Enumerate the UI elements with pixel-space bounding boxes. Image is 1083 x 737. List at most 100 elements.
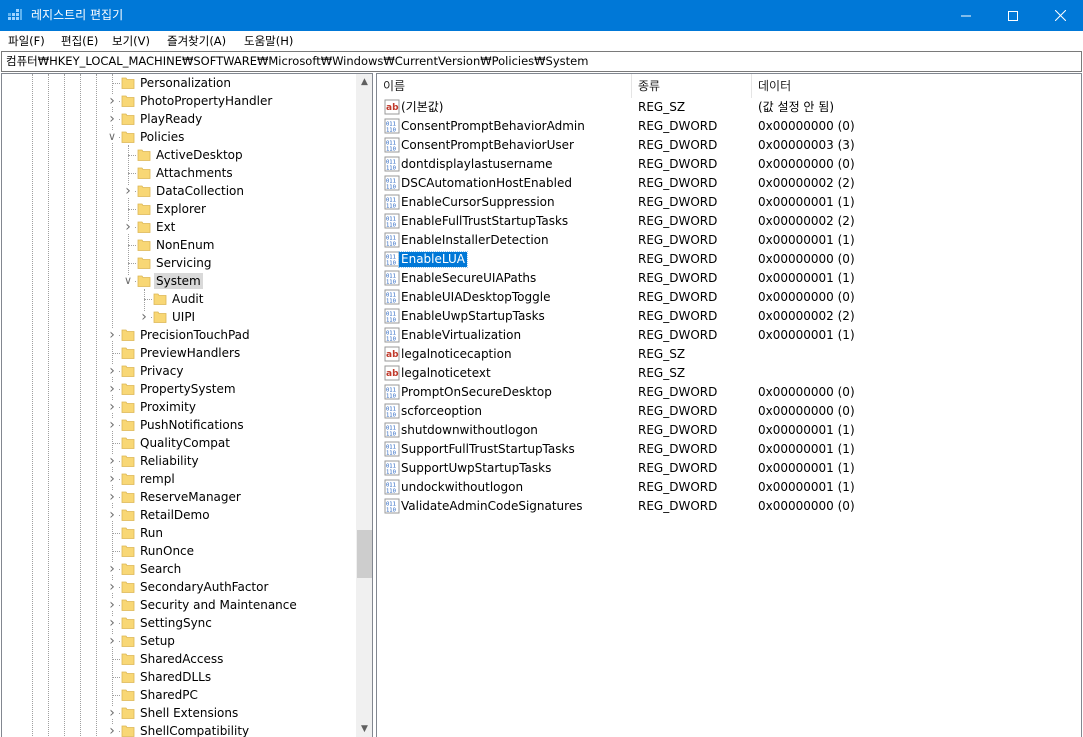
value-row[interactable]: 011 110 EnableUwpStartupTasks REG_DWORD 0x00… xyxy=(377,307,1081,326)
chevron-right-icon[interactable]: › xyxy=(106,562,118,576)
tree-vertical-scrollbar[interactable]: ▲ ▼ xyxy=(356,74,372,737)
value-row[interactable]: 011 110 scforceoption REG_DWORD 0x00000000 (… xyxy=(377,402,1081,421)
chevron-right-icon[interactable]: › xyxy=(106,400,118,414)
value-name[interactable]: EnableVirtualization xyxy=(399,328,523,343)
value-row[interactable]: 011 110 undockwithoutlogon REG_DWORD 0x00000… xyxy=(377,478,1081,497)
chevron-right-icon[interactable]: › xyxy=(106,724,118,737)
scroll-down-icon[interactable]: ▼ xyxy=(356,721,372,737)
value-name[interactable]: legalnoticecaption xyxy=(399,347,514,362)
tree-node[interactable]: Explorer xyxy=(2,200,354,218)
value-name[interactable]: EnableSecureUIAPaths xyxy=(399,271,538,286)
chevron-right-icon[interactable]: › xyxy=(106,616,118,630)
tree-node-label[interactable]: DataCollection xyxy=(154,183,246,199)
chevron-right-icon[interactable]: › xyxy=(106,508,118,522)
tree-node-label[interactable]: NonEnum xyxy=(154,237,216,253)
tree-node-label[interactable]: Proximity xyxy=(138,399,198,415)
value-row[interactable]: 011 110 DSCAutomationHostEnabled REG_DWORD 0… xyxy=(377,174,1081,193)
tree-node-label[interactable]: ReserveManager xyxy=(138,489,243,505)
tree-node-label[interactable]: PhotoPropertyHandler xyxy=(138,93,274,109)
tree-node-label[interactable]: UIPI xyxy=(170,309,197,325)
value-name[interactable]: shutdownwithoutlogon xyxy=(399,423,540,438)
tree-node[interactable]: › SecondaryAuthFactor xyxy=(2,578,354,596)
tree-node-label[interactable]: Shell Extensions xyxy=(138,705,240,721)
key-tree-pane[interactable]: Personalization › PhotoPropertyHandler › Pla… xyxy=(1,73,373,737)
value-row[interactable]: 011 110 EnableVirtualization REG_DWORD 0x000… xyxy=(377,326,1081,345)
tree-node[interactable]: › Proximity xyxy=(2,398,354,416)
column-header-type[interactable]: 종류 xyxy=(632,74,752,98)
tree-node[interactable]: › DataCollection xyxy=(2,182,354,200)
value-row[interactable]: 011 110 ValidateAdminCodeSignatures REG_DWO… xyxy=(377,497,1081,516)
value-name[interactable]: SupportUwpStartupTasks xyxy=(399,461,553,476)
chevron-right-icon[interactable]: › xyxy=(122,220,134,234)
value-row[interactable]: ab (기본값) REG_SZ (값 설정 안 됨) xyxy=(377,98,1081,117)
tree-node[interactable]: QualityCompat xyxy=(2,434,354,452)
tree-node-label[interactable]: SettingSync xyxy=(138,615,214,631)
chevron-right-icon[interactable]: › xyxy=(106,94,118,108)
value-name[interactable]: ConsentPromptBehaviorUser xyxy=(399,138,576,153)
tree-node[interactable]: › PlayReady xyxy=(2,110,354,128)
value-row[interactable]: 011 110 EnableUIADesktopToggle REG_DWORD 0x0… xyxy=(377,288,1081,307)
tree-node-label[interactable]: Explorer xyxy=(154,201,208,217)
value-row[interactable]: ab legalnoticetext REG_SZ xyxy=(377,364,1081,383)
tree-node-label[interactable]: RetailDemo xyxy=(138,507,212,523)
menu-favorites[interactable]: 즐겨찾기(A) xyxy=(167,33,226,49)
tree-node-label[interactable]: RunOnce xyxy=(138,543,196,559)
tree-node[interactable]: › ShellCompatibility xyxy=(2,722,354,737)
tree-node[interactable]: Servicing xyxy=(2,254,354,272)
tree-node-label[interactable]: PrecisionTouchPad xyxy=(138,327,252,343)
chevron-right-icon[interactable]: › xyxy=(106,634,118,648)
tree-node[interactable]: › PropertySystem xyxy=(2,380,354,398)
tree-node-label[interactable]: Setup xyxy=(138,633,177,649)
tree-node[interactable]: › RetailDemo xyxy=(2,506,354,524)
value-name[interactable]: EnableLUA xyxy=(398,251,468,268)
chevron-right-icon[interactable]: › xyxy=(138,310,150,324)
chevron-right-icon[interactable]: › xyxy=(106,598,118,612)
tree-node[interactable]: › Security and Maintenance xyxy=(2,596,354,614)
tree-node[interactable]: NonEnum xyxy=(2,236,354,254)
tree-node[interactable]: › UIPI xyxy=(2,308,354,326)
tree-node-label[interactable]: Policies xyxy=(138,129,186,145)
value-name[interactable]: EnableUIADesktopToggle xyxy=(399,290,552,305)
chevron-right-icon[interactable]: › xyxy=(106,364,118,378)
value-row[interactable]: 011 110 EnableSecureUIAPaths REG_DWORD 0x000… xyxy=(377,269,1081,288)
menu-edit[interactable]: 편집(E) xyxy=(61,33,98,49)
chevron-down-icon[interactable]: ∨ xyxy=(122,275,134,287)
tree-node[interactable]: PreviewHandlers xyxy=(2,344,354,362)
maximize-button[interactable] xyxy=(990,0,1036,31)
value-row[interactable]: 011 110 PromptOnSecureDesktop REG_DWORD 0x00… xyxy=(377,383,1081,402)
value-row[interactable]: 011 110 SupportUwpStartupTasks REG_DWORD 0x0… xyxy=(377,459,1081,478)
tree-node[interactable]: Personalization xyxy=(2,74,354,92)
tree-node-label[interactable]: PlayReady xyxy=(138,111,204,127)
tree-node-label[interactable]: ActiveDesktop xyxy=(154,147,245,163)
tree-node[interactable]: ∨ Policies xyxy=(2,128,354,146)
value-row[interactable]: ab legalnoticecaption REG_SZ xyxy=(377,345,1081,364)
tree-node-label[interactable]: Audit xyxy=(170,291,205,307)
chevron-right-icon[interactable]: › xyxy=(106,454,118,468)
value-name[interactable]: legalnoticetext xyxy=(399,366,493,381)
tree-node[interactable]: Run xyxy=(2,524,354,542)
value-row[interactable]: 011 110 EnableLUA REG_DWORD 0x00000000 (0) xyxy=(377,250,1081,269)
value-row[interactable]: 011 110 SupportFullTrustStartupTasks REG_DW… xyxy=(377,440,1081,459)
value-name[interactable]: EnableFullTrustStartupTasks xyxy=(399,214,570,229)
tree-node[interactable]: › Privacy xyxy=(2,362,354,380)
value-list-pane[interactable]: 이름 종류 데이터 ab (기본값) REG_SZ (값 설정 안 됨) 011 110 C… xyxy=(376,73,1082,737)
column-header-data[interactable]: 데이터 xyxy=(752,74,1081,98)
tree-node-label[interactable]: Ext xyxy=(154,219,177,235)
value-name[interactable]: EnableUwpStartupTasks xyxy=(399,309,547,324)
value-row[interactable]: 011 110 dontdisplaylastusername REG_DWORD 0x… xyxy=(377,155,1081,174)
chevron-right-icon[interactable]: › xyxy=(106,706,118,720)
tree-node[interactable]: › PhotoPropertyHandler xyxy=(2,92,354,110)
chevron-down-icon[interactable]: ∨ xyxy=(106,131,118,143)
tree-node[interactable]: › Search xyxy=(2,560,354,578)
chevron-right-icon[interactable]: › xyxy=(106,472,118,486)
tree-node-label[interactable]: SharedDLLs xyxy=(138,669,213,685)
chevron-right-icon[interactable]: › xyxy=(106,382,118,396)
chevron-right-icon[interactable]: › xyxy=(122,184,134,198)
tree-node[interactable]: › Ext xyxy=(2,218,354,236)
value-name[interactable]: ValidateAdminCodeSignatures xyxy=(399,499,584,514)
menu-view[interactable]: 보기(V) xyxy=(112,33,150,49)
tree-node[interactable]: RunOnce xyxy=(2,542,354,560)
tree-node-label[interactable]: Personalization xyxy=(138,75,233,91)
tree-node-label[interactable]: QualityCompat xyxy=(138,435,232,451)
menu-file[interactable]: 파일(F) xyxy=(8,33,45,49)
